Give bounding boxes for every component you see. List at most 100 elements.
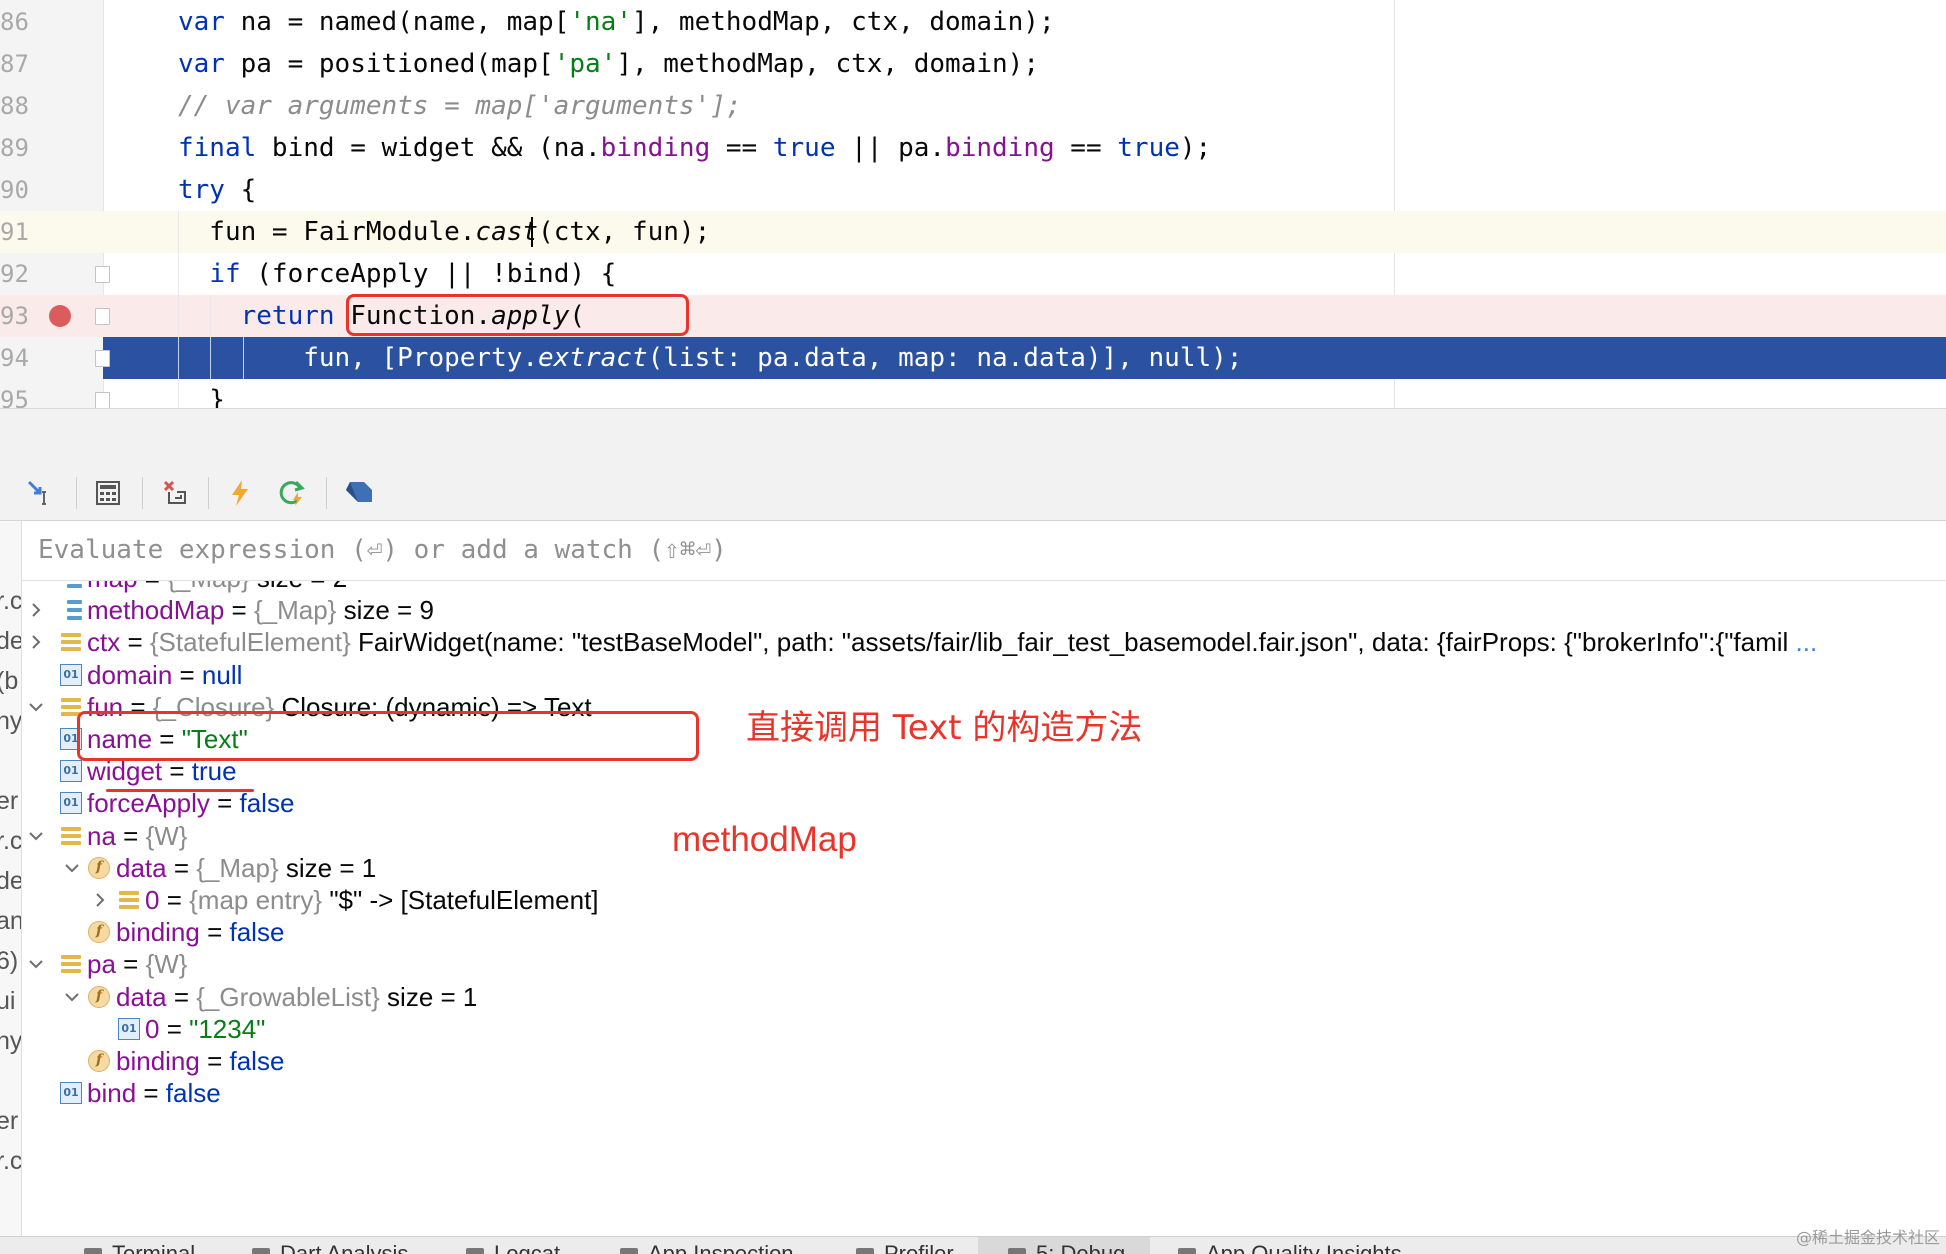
chevron-right-icon[interactable] — [88, 888, 112, 912]
fold-marker-icon[interactable] — [95, 392, 110, 408]
code-text[interactable]: if (forceApply || !bind) { — [178, 253, 616, 295]
line-number[interactable]: 92 — [0, 253, 40, 295]
frame-label-fragment: ui — [0, 987, 16, 1015]
hot-reload-icon[interactable] — [274, 475, 310, 511]
fold-marker-icon[interactable] — [95, 266, 110, 283]
tool-window-icon — [1178, 1248, 1196, 1254]
code-line[interactable]: 87 var pa = positioned(map['pa'], methodM… — [0, 43, 1946, 85]
code-token: true — [772, 133, 836, 163]
equals-sign: = — [166, 853, 197, 883]
line-number[interactable]: 89 — [0, 127, 40, 169]
code-token: try — [178, 175, 225, 205]
variable-row[interactable]: 01 bind = false — [22, 1073, 1946, 1113]
line-number[interactable]: 95 — [0, 379, 40, 408]
code-line[interactable]: 92 if (forceApply || !bind) { — [0, 253, 1946, 295]
calculator-icon[interactable] — [90, 475, 126, 511]
annotation-constructor-note: 直接调用 Text 的构造方法 — [746, 708, 1143, 748]
code-text[interactable]: try { — [178, 169, 256, 211]
terminal-tab[interactable]: Terminal — [84, 1241, 195, 1254]
evaluate-expression-input[interactable]: Evaluate expression (⏎) or add a watch (… — [22, 521, 1946, 581]
code-token: ], methodMap, ctx, domain); — [616, 49, 1039, 79]
variable-value: size = 1 — [379, 982, 478, 1012]
panel-splitter[interactable] — [0, 408, 1946, 465]
dart-analysis-tab[interactable]: Dart Analysis — [252, 1241, 408, 1254]
annotation-underline-name — [106, 789, 254, 792]
profiler-tab[interactable]: Profiler — [856, 1241, 954, 1254]
code-token: 'na' — [569, 7, 632, 37]
code-line[interactable]: 86 var na = named(name, map['na'], method… — [0, 1, 1946, 43]
variable-name: binding — [116, 917, 200, 947]
code-line[interactable]: 89 final bind = widget && (na.binding == … — [0, 127, 1946, 169]
logcat-tab[interactable]: Logcat — [466, 1241, 560, 1254]
code-token: == — [710, 133, 773, 163]
line-number[interactable]: 94 — [0, 337, 40, 379]
code-line[interactable]: 88 // var arguments = map['arguments']; — [0, 85, 1946, 127]
code-line[interactable]: 93 return Function.apply( — [0, 295, 1946, 337]
code-token: if — [209, 259, 241, 289]
variable-name: 0 — [145, 885, 160, 915]
variable-value: false — [165, 1078, 221, 1108]
tool-window-icon — [252, 1248, 270, 1254]
line-number[interactable]: 91 — [0, 211, 40, 253]
line-number[interactable]: 87 — [0, 43, 40, 85]
variable-name: data — [116, 982, 167, 1012]
toolbar-separator — [326, 477, 327, 509]
frame-label-fragment: de — [0, 867, 21, 896]
chevron-right-icon[interactable] — [24, 598, 48, 622]
variable-text: bind = false — [87, 1073, 221, 1113]
equals-sign: = — [159, 1014, 190, 1044]
variable-type: {_GrowableList} — [196, 982, 380, 1012]
equals-sign: = — [115, 821, 146, 851]
code-line[interactable]: 95 } — [0, 379, 1946, 408]
frame-label-fragment: an — [0, 907, 21, 936]
line-number[interactable]: 86 — [0, 1, 40, 43]
frame-label-fragment: (b — [0, 667, 19, 695]
dart-devtools-icon[interactable] — [340, 475, 376, 511]
step-into-icon[interactable] — [22, 475, 58, 511]
fold-marker-icon[interactable] — [95, 308, 110, 325]
variable-name: domain — [87, 660, 173, 690]
expand-more-link[interactable]: ... — [1788, 627, 1818, 657]
code-token: binding — [600, 133, 711, 163]
fold-marker-icon[interactable] — [95, 350, 110, 367]
lightning-icon[interactable] — [222, 475, 258, 511]
code-text[interactable]: fun = FairModule.cast(ctx, fun); — [178, 211, 710, 253]
app-quality-insights-tab[interactable]: App Quality Insights — [1178, 1241, 1402, 1254]
code-text[interactable]: fun, [Property.extract(list: pa.data, ma… — [178, 337, 1242, 379]
code-text[interactable]: var pa = positioned(map['pa'], methodMap… — [178, 43, 1039, 85]
chevron-down-icon[interactable] — [60, 856, 84, 880]
chevron-down-icon[interactable] — [60, 985, 84, 1009]
code-text[interactable]: var na = named(name, map['na'], methodMa… — [178, 1, 1055, 43]
app-inspection-tab[interactable]: App Inspection — [620, 1241, 794, 1254]
annotation-methodmap-note: methodMap — [672, 820, 857, 859]
frame-label-fragment: er — [0, 787, 19, 815]
mute-breakpoints-icon[interactable] — [156, 475, 192, 511]
code-token: cast — [475, 217, 539, 247]
code-text[interactable]: final bind = widget && (na.binding == tr… — [178, 127, 1211, 169]
variable-value: false — [229, 1046, 285, 1076]
variables-tree[interactable]: map = {_Map} size = 2methodMap = {_Map} … — [22, 581, 1946, 1236]
chevron-down-icon[interactable] — [24, 824, 48, 848]
breakpoint-icon[interactable] — [49, 305, 71, 327]
line-number[interactable]: 90 — [0, 169, 40, 211]
code-text[interactable]: // var arguments = map['arguments']; — [178, 85, 742, 127]
equals-sign: = — [199, 917, 230, 947]
chevron-down-icon[interactable] — [24, 695, 48, 719]
line-number[interactable]: 88 — [0, 85, 40, 127]
frames-panel-edge[interactable]: r.c de (b hy er r.c de an 6) ui hy er r.c — [0, 521, 22, 1236]
variable-type: {_Map} — [253, 595, 337, 625]
code-line[interactable]: 94 fun, [Property.extract(list: pa.data,… — [0, 337, 1946, 379]
line-number[interactable]: 93 — [0, 295, 40, 337]
code-token: ); — [1179, 133, 1212, 163]
debug-tab[interactable]: 5: Debug — [1008, 1241, 1125, 1254]
frame-label-fragment: r.c — [0, 1147, 22, 1175]
tool-window-label: 5: Debug — [1036, 1241, 1126, 1254]
code-line[interactable]: 91 fun = FairModule.cast(ctx, fun); — [0, 211, 1946, 253]
chevron-down-icon[interactable] — [24, 952, 48, 976]
code-editor[interactable]: 86 var na = named(name, map['na'], method… — [0, 0, 1946, 408]
chevron-right-icon[interactable] — [24, 630, 48, 654]
tool-window-icon — [856, 1248, 874, 1254]
code-text[interactable]: } — [178, 379, 225, 408]
code-line[interactable]: 90 try { — [0, 169, 1946, 211]
